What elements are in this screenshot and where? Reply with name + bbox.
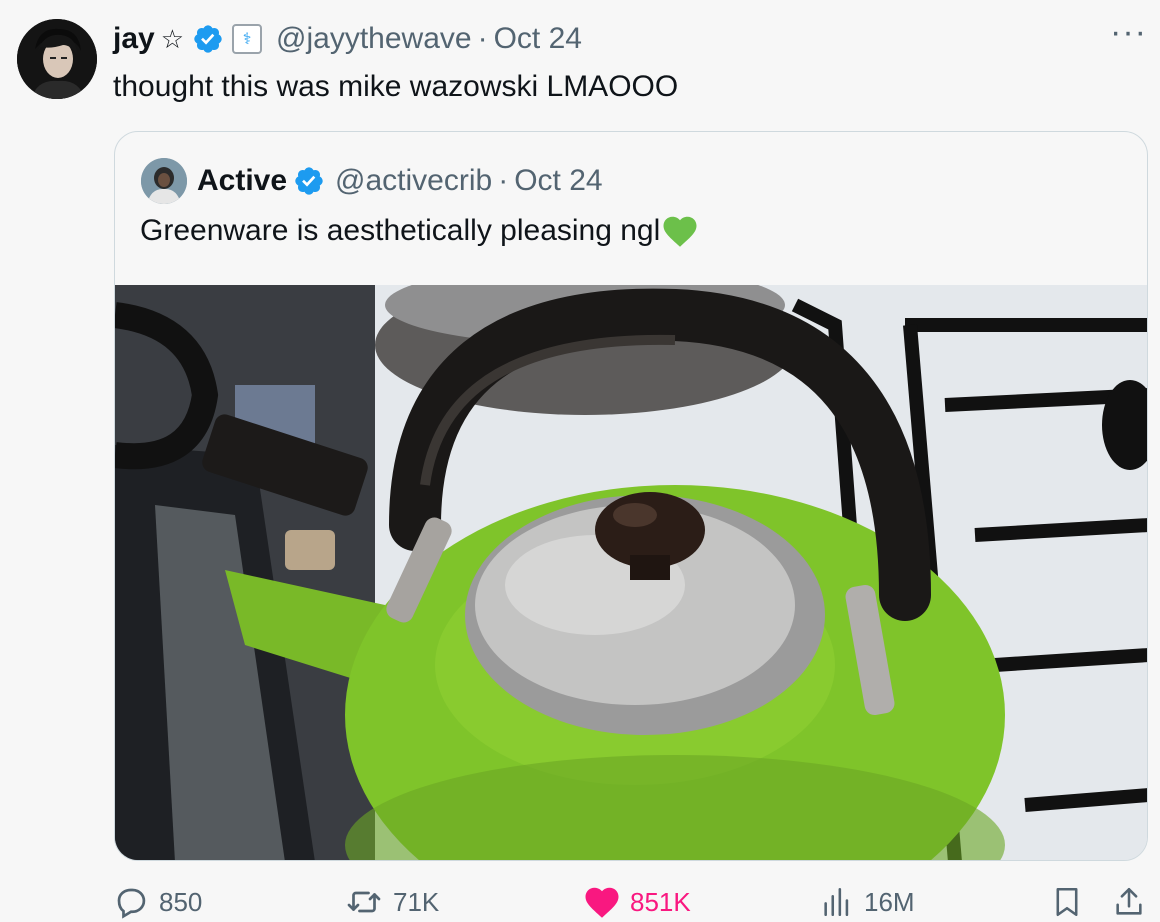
author-name[interactable]: jay xyxy=(113,22,155,56)
green-heart-icon xyxy=(663,216,697,247)
reply-icon xyxy=(117,888,146,919)
quote-date[interactable]: Oct 24 xyxy=(514,164,602,198)
repost-count: 71K xyxy=(393,886,440,917)
views-icon xyxy=(824,887,849,917)
bookmark-button[interactable] xyxy=(1050,882,1094,922)
views-count: 16M xyxy=(864,886,915,917)
author-handle[interactable]: @jayythewave xyxy=(276,22,472,56)
affiliate-badge-icon[interactable]: ⚕ xyxy=(232,24,263,54)
quote-header: Active @activecrib · Oct 24 xyxy=(197,161,603,201)
share-icon xyxy=(1116,887,1142,915)
more-options-icon[interactable]: ··· xyxy=(1110,15,1147,49)
author-avatar[interactable] xyxy=(17,19,97,99)
repost-button[interactable]: 71K xyxy=(345,882,439,922)
quoted-media-image[interactable] xyxy=(115,285,1148,861)
star-icon: ☆ xyxy=(160,23,185,54)
views-button[interactable]: 16M xyxy=(820,882,915,922)
reply-count: 850 xyxy=(159,886,203,917)
quote-text: Greenware is aesthetically pleasing ngl xyxy=(140,214,661,247)
verified-badge-icon[interactable] xyxy=(192,23,224,55)
separator-dot: · xyxy=(498,164,509,197)
share-button[interactable] xyxy=(1112,882,1156,922)
quoted-tweet[interactable]: Active @activecrib · Oct 24 Greenware is… xyxy=(114,131,1148,861)
quote-author-name[interactable]: Active xyxy=(197,164,287,198)
reply-button[interactable]: 850 xyxy=(113,882,202,922)
heart-filled-icon xyxy=(585,887,619,918)
like-button[interactable]: 851K xyxy=(584,882,691,922)
tweet-header: jay ☆ ⚕ @jayythewave · Oct 24 xyxy=(113,18,582,60)
separator-dot: · xyxy=(477,22,488,55)
repost-icon xyxy=(347,891,381,913)
tweet-date[interactable]: Oct 24 xyxy=(494,22,582,56)
quote-text-row: Greenware is aesthetically pleasing ngl xyxy=(140,214,698,248)
quote-author-handle[interactable]: @activecrib xyxy=(335,164,492,198)
tweet-text: thought this was mike wazowski LMAOOO xyxy=(113,70,679,103)
bookmark-icon xyxy=(1056,887,1078,917)
quote-author-avatar[interactable] xyxy=(141,158,187,204)
like-count: 851K xyxy=(630,886,691,917)
action-bar: 850 71K 851K 16M xyxy=(0,882,1160,922)
verified-badge-icon[interactable] xyxy=(293,165,325,197)
